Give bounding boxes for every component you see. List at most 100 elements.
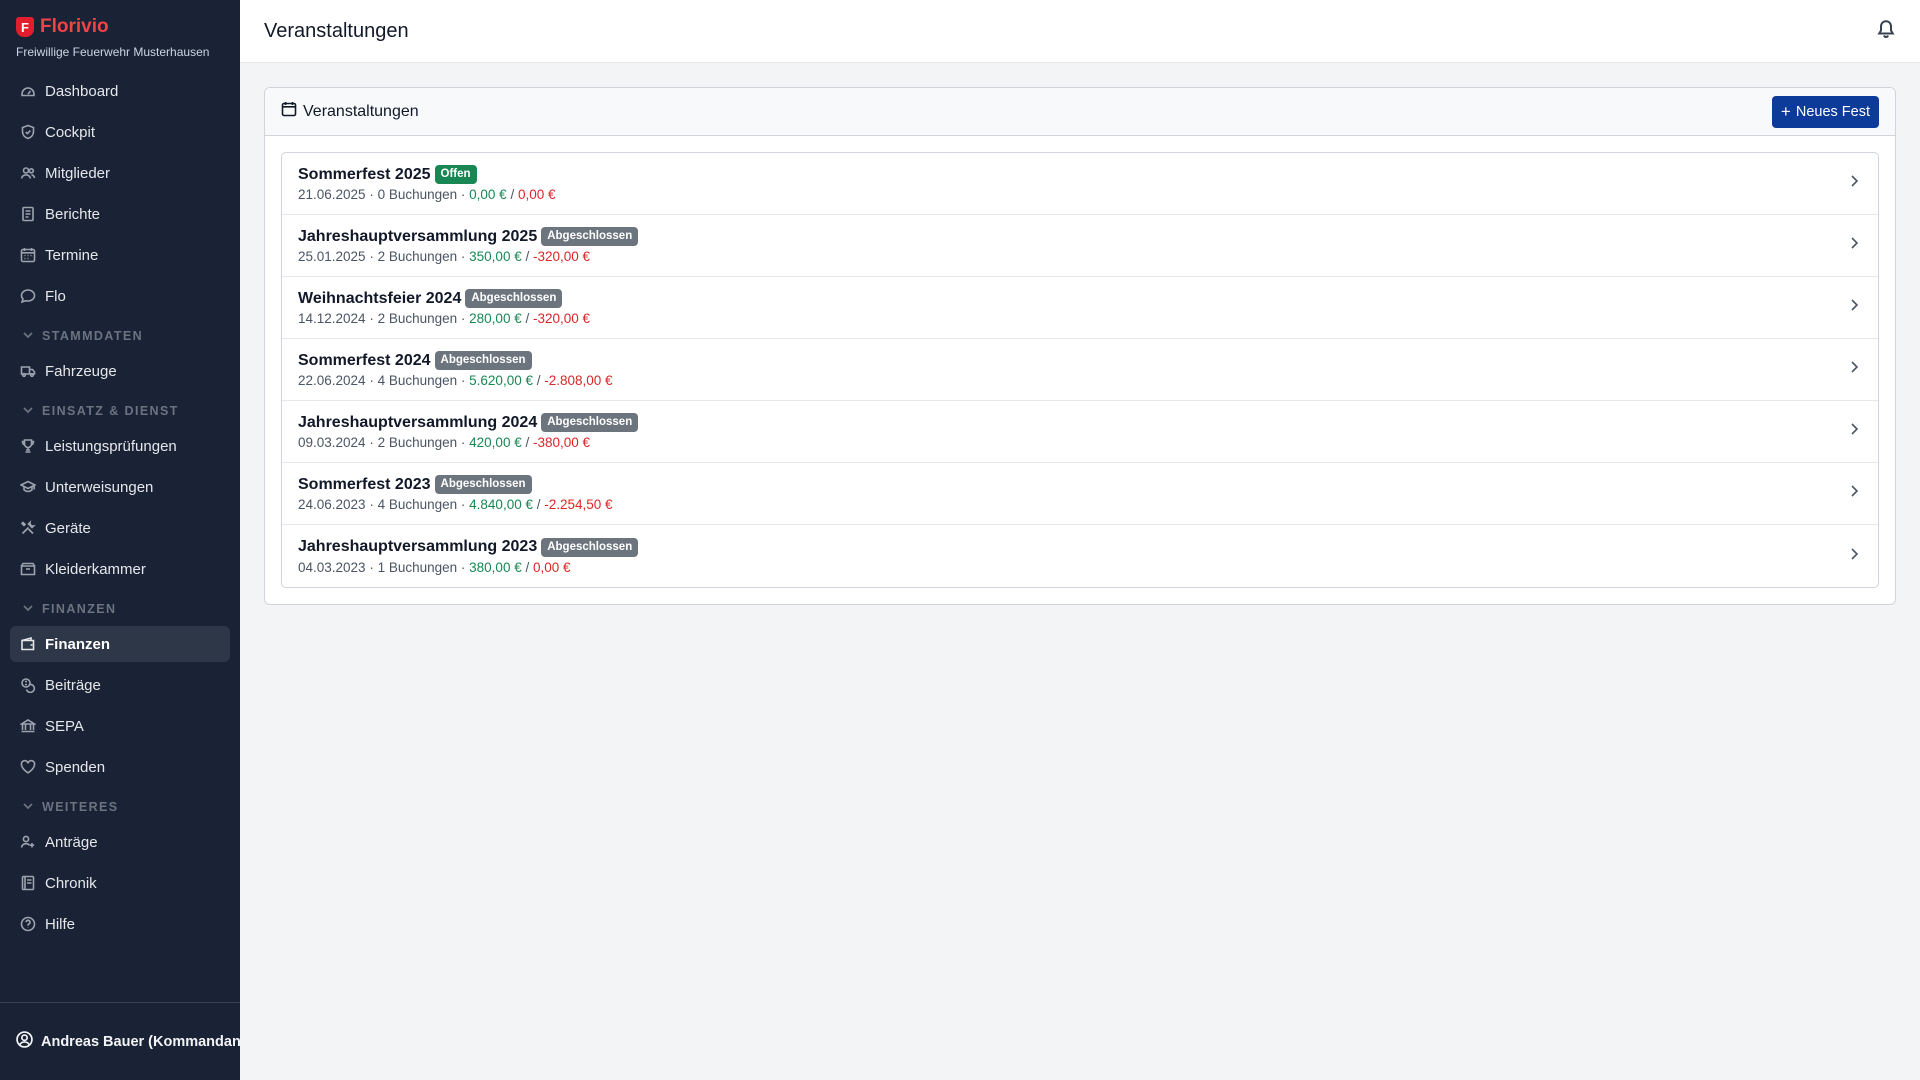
sidebar-item-label: Spenden (45, 758, 106, 776)
event-date: 21.06.2025 (298, 187, 366, 202)
main-area: Veranstaltungen Veranstaltungen + Neues … (240, 0, 1920, 1080)
sidebar-section-header[interactable]: FINANZEN (10, 598, 230, 620)
event-title-row: Weihnachtsfeier 2024 Abgeschlossen (298, 289, 590, 308)
sidebar: F Florivio Freiwillige Feuerwehr Musterh… (0, 0, 240, 1080)
event-info: Sommerfest 2023 Abgeschlossen 24.06.2023 ·… (298, 475, 613, 512)
sidebar-item-leistungsprüfungen[interactable]: Leistungsprüfungen (10, 428, 230, 464)
sidebar-item-sepa[interactable]: SEPA (10, 708, 230, 744)
status-badge: Offen (434, 165, 477, 184)
chevron-right-icon (1846, 235, 1862, 256)
document-icon (20, 206, 36, 222)
card-title: Veranstaltungen (281, 101, 419, 122)
event-row[interactable]: Jahreshauptversammlung 2025 Abgeschlossen… (282, 215, 1878, 277)
heart-icon (20, 759, 36, 775)
event-meta: 21.06.2025 · 0 Buchungen · 0,00 € / 0,00… (298, 187, 556, 202)
sidebar-item-spenden[interactable]: Spenden (10, 749, 230, 785)
event-date: 09.03.2024 (298, 435, 366, 450)
new-event-button[interactable]: + Neues Fest (1771, 95, 1879, 128)
separator: · (457, 435, 470, 450)
event-date: 25.01.2025 (298, 249, 366, 264)
separator: / (521, 249, 533, 264)
sidebar-item-label: Cockpit (45, 123, 96, 141)
event-name: Jahreshauptversammlung 2023 (298, 538, 538, 555)
event-row[interactable]: Sommerfest 2024 Abgeschlossen 22.06.2024 ·… (282, 339, 1878, 401)
sidebar-item-cockpit[interactable]: Cockpit (10, 114, 230, 150)
event-info: Sommerfest 2025 Offen 21.06.2025 · 0 Buchu… (298, 165, 556, 202)
event-row[interactable]: Weihnachtsfeier 2024 Abgeschlossen 14.12.2… (282, 277, 1878, 339)
event-row[interactable]: Sommerfest 2023 Abgeschlossen 24.06.2023 ·… (282, 463, 1878, 525)
event-meta: 14.12.2024 · 2 Buchungen · 280,00 € / -3… (298, 311, 590, 326)
separator: · (457, 187, 470, 202)
event-expense: -2.254,50 € (544, 497, 613, 512)
event-title-row: Sommerfest 2023 Abgeschlossen (298, 475, 613, 494)
event-info: Jahreshauptversammlung 2024 Abgeschlossen… (298, 413, 639, 450)
event-income: 4.840,00 € (469, 497, 533, 512)
sidebar-item-fahrzeuge[interactable]: Fahrzeuge (10, 353, 230, 389)
event-row[interactable]: Jahreshauptversammlung 2023 Abgeschlossen… (282, 525, 1878, 587)
user-plus-icon (20, 834, 36, 850)
separator: · (365, 187, 378, 202)
event-name: Jahreshauptversammlung 2024 (298, 413, 538, 431)
status-badge: Abgeschlossen (541, 537, 639, 557)
sidebar-section-header[interactable]: STAMMDATEN (10, 325, 230, 347)
chevron-right-icon (1846, 421, 1862, 442)
chevron-right-icon (1846, 297, 1862, 318)
sidebar-section-header[interactable]: WEITERES (10, 796, 230, 818)
sidebar-item-finanzen[interactable]: Finanzen (10, 626, 230, 662)
truck-icon (20, 363, 36, 379)
wallet-icon (20, 636, 36, 652)
sidebar-item-mitglieder[interactable]: Mitglieder (10, 155, 230, 191)
event-name: Weihnachtsfeier 2024 (298, 289, 462, 307)
event-info: Sommerfest 2024 Abgeschlossen 22.06.2024 ·… (298, 351, 613, 388)
chevron-right-icon (1846, 359, 1862, 380)
graduation-icon (19, 479, 37, 495)
event-meta: 25.01.2025 · 2 Buchungen · 350,00 € / -3… (298, 249, 638, 264)
sidebar-item-hilfe[interactable]: Hilfe (10, 906, 230, 942)
user-menu[interactable]: Andreas Bauer (Kommandant) (0, 1002, 240, 1080)
user-circle-icon (16, 1031, 33, 1052)
bell-icon[interactable] (1876, 19, 1896, 44)
topbar: Veranstaltungen (240, 0, 1920, 63)
sidebar-nav: Dashboard Cockpit Mitglieder Berichte Termin… (0, 73, 240, 1080)
event-expense: -380,00 € (532, 435, 591, 450)
sidebar-item-geräte[interactable]: Geräte (10, 510, 230, 546)
event-row[interactable]: Jahreshauptversammlung 2024 Abgeschlossen… (282, 401, 1878, 463)
sidebar-item-label: Berichte (45, 205, 101, 223)
event-meta: 09.03.2024 · 2 Buchungen · 420,00 € / -3… (298, 435, 638, 450)
trophy-icon (20, 438, 36, 454)
sidebar-item-chronik[interactable]: Chronik (10, 865, 230, 901)
event-info: Jahreshauptversammlung 2025 Abgeschlossen… (298, 227, 639, 264)
event-expense: -320,00 € (532, 249, 591, 264)
separator: / (521, 559, 533, 575)
sidebar-item-berichte[interactable]: Berichte (10, 196, 230, 232)
event-info: Jahreshauptversammlung 2023 Abgeschlossen… (298, 537, 639, 575)
sidebar-item-anträge[interactable]: Anträge (10, 824, 230, 860)
calendar-icon (20, 247, 36, 263)
sidebar-item-kleiderkammer[interactable]: Kleiderkammer (10, 551, 230, 587)
sidebar-item-unterweisungen[interactable]: Unterweisungen (10, 469, 230, 505)
event-title-row: Sommerfest 2025 Offen (298, 165, 556, 184)
chevron-right-icon (1846, 546, 1862, 567)
sidebar-item-flo[interactable]: Flo (10, 278, 230, 314)
event-income: 350,00 € (469, 249, 522, 264)
sidebar-item-label: Finanzen (45, 635, 111, 653)
event-meta: 24.06.2023 · 4 Buchungen · 4.840,00 € / … (298, 497, 613, 512)
sidebar-item-label: Termine (45, 246, 99, 264)
sidebar-item-dashboard[interactable]: Dashboard (10, 73, 230, 109)
event-row[interactable]: Sommerfest 2025 Offen 21.06.2025 · 0 Buchu… (282, 153, 1878, 215)
sidebar-section-header[interactable]: EINSATZ & DIENST (10, 400, 230, 422)
sidebar-item-beiträge[interactable]: Beiträge (10, 667, 230, 703)
sidebar-section-label: FINANZEN (42, 602, 117, 616)
sidebar-item-termine[interactable]: Termine (10, 237, 230, 273)
chevron-down-icon (22, 404, 34, 419)
status-badge: Abgeschlossen (465, 289, 563, 308)
calendar-icon (281, 101, 297, 122)
event-title-row: Jahreshauptversammlung 2025 Abgeschlossen (298, 227, 639, 246)
brand-row[interactable]: F Florivio (16, 16, 224, 38)
shield-icon (20, 124, 36, 140)
sidebar-item-label: Dashboard (45, 82, 119, 100)
separator: · (365, 559, 378, 575)
event-bookings: 4 Buchungen (377, 373, 458, 388)
sidebar-item-label: Beiträge (45, 676, 101, 694)
event-bookings: 2 Buchungen (377, 249, 458, 264)
